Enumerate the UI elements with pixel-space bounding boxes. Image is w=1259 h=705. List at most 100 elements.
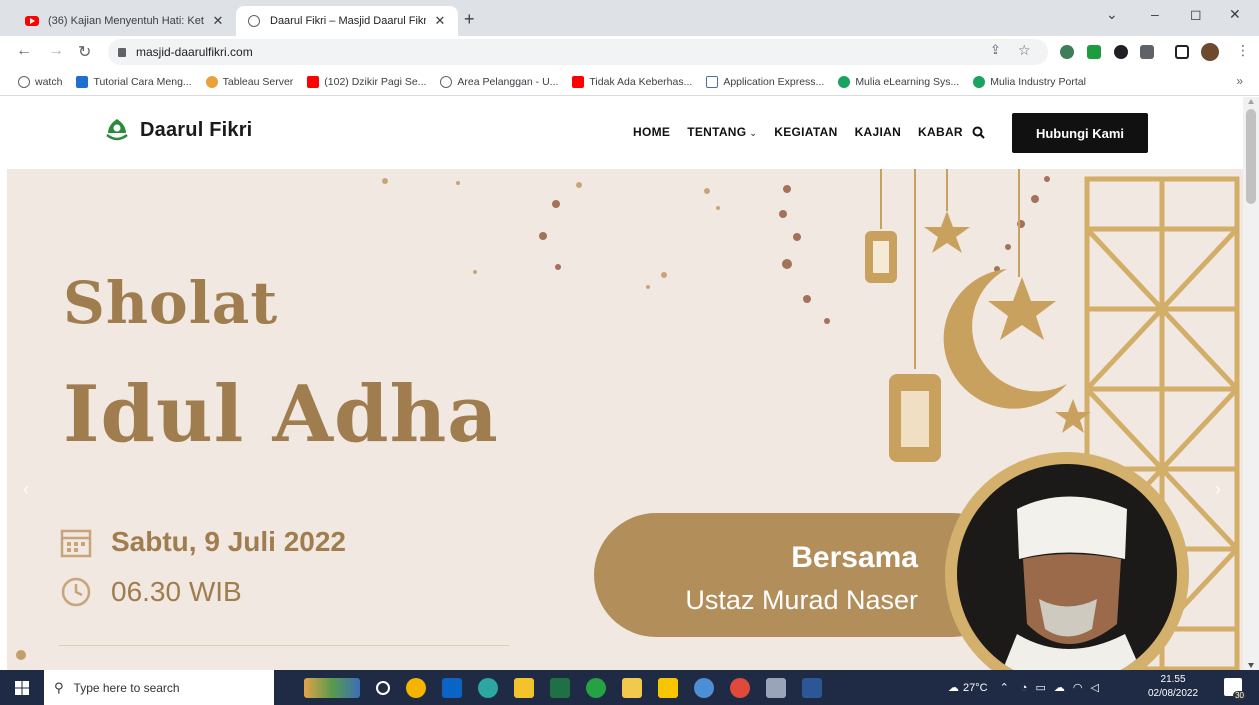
scrollbar-thumb[interactable] [1246, 109, 1256, 204]
tray-chevron-icon[interactable]: ⌃ [1000, 681, 1009, 694]
browser-toolbar: ← → ↻ masjid-daarulfikri.com ⇪ ☆ ⋮ [0, 36, 1259, 68]
chrome-profile-icon[interactable] [694, 677, 714, 698]
contact-button[interactable]: Hubungi Kami [1012, 113, 1148, 153]
browser-tab-daarul-fikri[interactable]: Daarul Fikri – Masjid Daarul Fikri ✕ [236, 6, 458, 36]
profile-avatar[interactable] [1201, 43, 1219, 61]
reload-icon[interactable]: ↻ [78, 42, 91, 62]
slider-prev-button[interactable]: ‹ [23, 479, 29, 500]
weather-icon[interactable]: ☁ [948, 681, 959, 694]
outlook-icon[interactable] [442, 677, 462, 698]
chrome-icon[interactable] [406, 677, 426, 698]
event-time-text: 06.30 WIB [111, 576, 242, 607]
forward-icon[interactable]: → [48, 42, 64, 60]
bookmark-item[interactable]: Mulia Industry Portal [973, 75, 1086, 88]
search-icon: ⚲ [54, 679, 64, 695]
cortana-icon[interactable] [376, 680, 390, 695]
bookmark-item[interactable]: Application Express... [706, 75, 824, 88]
bookmarks-overflow-icon[interactable]: » [1236, 74, 1243, 88]
scroll-down-icon[interactable] [1248, 663, 1254, 668]
chrome-alt-icon[interactable] [730, 677, 750, 698]
back-icon[interactable]: ← [16, 42, 32, 60]
start-button[interactable] [0, 670, 44, 705]
bookmark-item[interactable]: Tableau Server [205, 75, 293, 88]
tutorial-icon [76, 75, 89, 88]
hero-slider: Sholat Idul Adha Sabtu, 9 Juli 2022 06.3… [7, 169, 1243, 670]
network-icon[interactable]: ◔ [1021, 682, 1028, 694]
with-label: Bersama [791, 541, 918, 574]
snipping-tool-icon[interactable] [766, 677, 786, 698]
new-tab-button[interactable]: + [464, 9, 475, 30]
nav-tentang[interactable]: TENTANG ⌄ [687, 125, 757, 139]
hero-title-line2: Idul Adha [63, 369, 499, 460]
sticky-notes-icon[interactable] [658, 677, 678, 698]
edge-icon[interactable] [478, 677, 498, 698]
bookmark-item[interactable]: watch [18, 75, 62, 88]
nav-home[interactable]: HOME [633, 125, 670, 139]
bookmark-item[interactable]: Area Pelanggan - U... [440, 75, 558, 88]
address-bar[interactable]: masjid-daarulfikri.com [108, 39, 1048, 65]
site-header: Daarul Fikri HOME TENTANG ⌄ KEGIATAN KAJI… [0, 97, 1243, 169]
wifi-icon[interactable]: ◠ [1073, 681, 1083, 694]
battery-icon[interactable]: ▭ [1035, 681, 1045, 694]
site-logo[interactable]: Daarul Fikri [104, 117, 252, 143]
reading-list-icon[interactable] [1140, 45, 1154, 59]
extension-download-icon[interactable] [1087, 45, 1101, 59]
hero-title-line1: Sholat [63, 269, 279, 337]
tab-close-icon[interactable]: ✕ [432, 13, 448, 29]
minimize-button[interactable]: – [1151, 6, 1159, 22]
nav-kajian[interactable]: KAJIAN [855, 125, 901, 139]
notification-center-icon[interactable]: 30 [1224, 678, 1246, 700]
share-icon[interactable]: ⇪ [990, 42, 1001, 58]
event-time: 06.30 WIB [59, 575, 242, 609]
extension-location-icon[interactable] [1060, 45, 1074, 59]
file-explorer-icon[interactable] [514, 677, 534, 698]
close-window-button[interactable]: ✕ [1229, 6, 1241, 23]
word-icon[interactable] [802, 677, 822, 698]
taskbar-search[interactable]: ⚲ Type here to search [44, 670, 274, 705]
page-viewport: Daarul Fikri HOME TENTANG ⌄ KEGIATAN KAJI… [0, 97, 1243, 670]
address-text: masjid-daarulfikri.com [136, 45, 253, 59]
excel-icon[interactable] [550, 677, 570, 698]
search-highlight-icon[interactable] [304, 677, 360, 698]
restore-button[interactable]: ◻ [1190, 6, 1202, 23]
extensions-puzzle-icon[interactable] [1114, 45, 1128, 59]
calendar-icon [60, 529, 92, 558]
tab-search-button[interactable]: ⌄ [1106, 6, 1118, 23]
clock-icon [61, 577, 91, 607]
volume-icon[interactable]: ◁ [1090, 681, 1098, 694]
notification-count: 30 [1233, 691, 1246, 700]
taskbar-apps [296, 670, 830, 705]
youtube-icon [24, 13, 40, 29]
side-panel-icon[interactable] [1175, 45, 1189, 59]
page-scrollbar[interactable] [1243, 97, 1259, 670]
event-date-text: Sabtu, 9 Juli 2022 [111, 526, 346, 557]
youtube-icon [307, 75, 320, 88]
application-express-icon [706, 75, 719, 88]
lock-icon [118, 47, 126, 57]
browser-tab-youtube[interactable]: (36) Kajian Menyentuh Hati: Keti ✕ [14, 6, 236, 36]
search-icon[interactable] [972, 126, 985, 139]
bookmark-item[interactable]: (102) Dzikir Pagi Se... [307, 75, 426, 88]
cloud-icon[interactable]: ☁ [1054, 681, 1065, 694]
scroll-up-icon[interactable] [1248, 99, 1254, 104]
weather-temp[interactable]: 27°C [963, 682, 988, 694]
nav-kegiatan[interactable]: KEGIATAN [774, 125, 837, 139]
slider-next-button[interactable]: › [1215, 479, 1221, 500]
menu-kebab-icon[interactable]: ⋮ [1236, 42, 1250, 59]
power-automate-icon[interactable] [622, 677, 642, 698]
bookmark-item[interactable]: Tutorial Cara Meng... [76, 75, 192, 88]
taskbar-clock[interactable]: 21.55 02/08/2022 [1148, 673, 1198, 701]
tab-close-icon[interactable]: ✕ [210, 13, 226, 29]
nav-kabar[interactable]: KABAR [918, 125, 963, 139]
speaker-portrait [957, 464, 1177, 670]
bookmark-item[interactable]: Tidak Ada Keberhas... [572, 75, 692, 88]
clock-time: 21.55 [1160, 674, 1186, 685]
whatsapp-icon[interactable] [586, 677, 606, 698]
system-tray: ☁ 27°C ⌃ ◔ ▭ ☁ ◠ ◁ [948, 670, 1099, 705]
globe-icon [246, 13, 262, 29]
bookmark-star-icon[interactable]: ☆ [1018, 42, 1031, 59]
mosque-logo-icon [106, 119, 128, 141]
mulia-logo-icon [973, 75, 986, 88]
bookmark-item[interactable]: Mulia eLearning Sys... [838, 75, 959, 88]
event-date: Sabtu, 9 Juli 2022 [59, 525, 346, 559]
